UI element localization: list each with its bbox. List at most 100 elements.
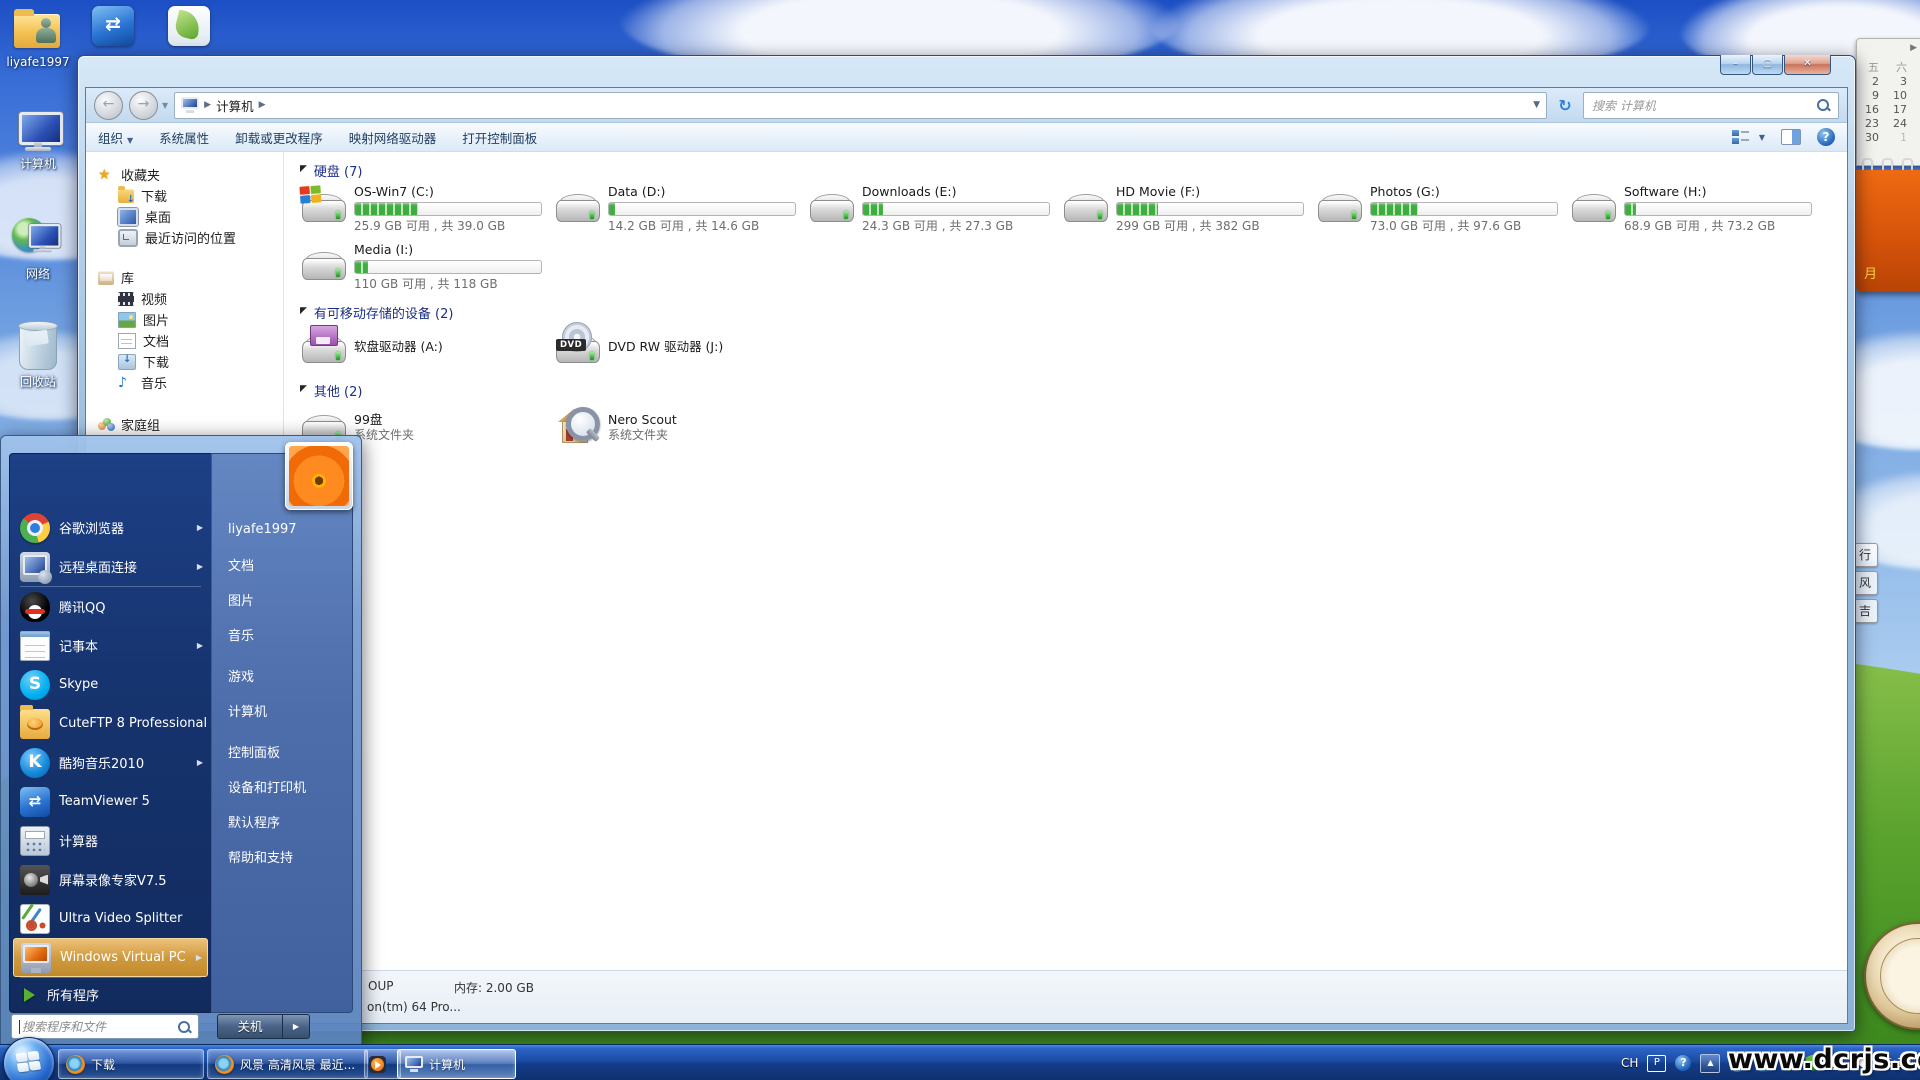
start-program-video-splitter[interactable]: Ultra Video Splitter (10, 899, 211, 938)
collapse-icon[interactable]: ◤ (300, 164, 307, 174)
sidebar-group-homegroup[interactable]: 家庭组 (86, 414, 283, 435)
start-program-remote-desktop[interactable]: 远程桌面连接▶ (10, 547, 211, 586)
desktop-icon-user-folder[interactable]: liyafe1997 (0, 6, 76, 69)
drive-tile-i[interactable]: Media (I:) 110 GB 可用 , 共 118 GB (300, 242, 554, 294)
start-program-calculator[interactable]: 计算器 (10, 821, 211, 860)
calendar-gadget[interactable]: ▶ 五六 23 910 1617 2324 301 月 (1856, 38, 1920, 292)
breadcrumb-separator-icon[interactable]: ▶ (259, 100, 266, 110)
breadcrumb-location[interactable]: 计算机 (216, 96, 254, 115)
close-button[interactable]: ✕ (1784, 55, 1831, 75)
calendar-grid: 五六 23 910 1617 2324 301 (1863, 61, 1907, 145)
drive-tile-h[interactable]: Software (H:) 68.9 GB 可用 , 共 73.2 GB (1570, 184, 1824, 236)
language-indicator[interactable]: CH (1621, 1056, 1638, 1070)
show-hidden-icons-button[interactable]: ▲ (1700, 1054, 1720, 1073)
refresh-button[interactable]: ↻ (1553, 96, 1577, 115)
sidebar-item-recent-places[interactable]: 最近访问的位置 (86, 227, 283, 248)
desktop-icon-teamviewer[interactable]: ⇄ (92, 6, 134, 46)
start-place-default-programs[interactable]: 默认程序 (212, 804, 352, 839)
sidebar-item-documents[interactable]: 文档 (86, 330, 283, 351)
taskbar-task-firefox-scenery[interactable]: 风景 高清风景 最近... (207, 1049, 368, 1079)
desktop-icon-network[interactable]: 网络 (0, 216, 76, 282)
homegroup-icon (98, 418, 114, 432)
floppy-drive-icon (300, 325, 348, 369)
computer-icon (405, 1056, 423, 1072)
sidebar-group-libraries[interactable]: 库 (86, 267, 283, 288)
toolbar-uninstall-program[interactable]: 卸载或更改程序 (235, 128, 323, 147)
views-button[interactable]: ▼ (1732, 130, 1765, 144)
start-program-teamviewer[interactable]: ⇄ TeamViewer 5 (10, 782, 211, 821)
start-program-chrome[interactable]: 谷歌浏览器▶ (10, 508, 211, 547)
toolbar-open-control-panel[interactable]: 打开控制面板 (462, 128, 537, 147)
gadget-expand-icon[interactable]: ▶ (1910, 43, 1917, 53)
libraries-icon (98, 271, 114, 285)
shutdown-options-arrow[interactable]: ▶ (283, 1014, 310, 1039)
item-tile-nero-scout[interactable]: Nero Scout 系统文件夹 (554, 402, 808, 452)
drive-tile-f[interactable]: HD Movie (F:) 299 GB 可用 , 共 382 GB (1062, 184, 1316, 236)
start-place-help-support[interactable]: 帮助和支持 (212, 839, 352, 874)
sidebar-item-downloads-library[interactable]: 下载 (86, 351, 283, 372)
sidebar-item-videos[interactable]: 视频 (86, 288, 283, 309)
start-place-documents[interactable]: 文档 (212, 547, 352, 582)
group-header-harddisks[interactable]: ◤ 硬盘 (7) (300, 160, 1847, 180)
ime-icon[interactable]: P (1647, 1055, 1666, 1072)
group-header-other[interactable]: ◤ 其他 (2) (300, 380, 1847, 400)
shutdown-button[interactable]: 关机 (217, 1014, 283, 1039)
minimize-button[interactable]: – (1720, 55, 1751, 75)
drive-tile-d[interactable]: Data (D:) 14.2 GB 可用 , 共 14.6 GB (554, 184, 808, 236)
start-button[interactable] (3, 1037, 55, 1080)
drive-tile-g[interactable]: Photos (G:) 73.0 GB 可用 , 共 97.6 GB (1316, 184, 1570, 236)
start-program-cuteftp[interactable]: CuteFTP 8 Professional (10, 704, 211, 743)
start-program-screen-recorder[interactable]: 屏幕录像专家V7.5 (10, 860, 211, 899)
desktop-icon-recycle-bin[interactable]: 回收站 (0, 324, 76, 390)
start-place-games[interactable]: 游戏 (212, 658, 352, 693)
forward-button[interactable]: → (129, 91, 158, 120)
preview-pane-button[interactable] (1781, 129, 1801, 145)
file-list-area: ◤ 硬盘 (7) OS-Win7 (C:) 25.9 GB 可用 , 共 39.… (284, 152, 1847, 970)
all-programs-button[interactable]: 所有程序 (10, 978, 211, 1011)
start-menu: 谷歌浏览器▶ 远程桌面连接▶ 腾讯QQ 记事本▶ S Skype CuteFTP… (0, 435, 362, 1049)
drive-tile-dvd[interactable]: DVD DVD RW 驱动器 (J:) (554, 324, 808, 370)
recent-pages-dropdown-icon[interactable]: ▼ (162, 101, 168, 110)
start-program-skype[interactable]: S Skype (10, 665, 211, 704)
taskbar-task-firefox-downloads[interactable]: 下载 (58, 1049, 204, 1079)
desktop-icon-feather-app[interactable] (168, 6, 210, 46)
search-box[interactable]: 搜索 计算机 (1583, 92, 1839, 119)
help-button[interactable]: ? (1817, 128, 1835, 146)
drive-tile-c[interactable]: OS-Win7 (C:) 25.9 GB 可用 , 共 39.0 GB (300, 184, 554, 236)
sidebar-item-music[interactable]: ♪ 音乐 (86, 372, 283, 393)
sidebar-group-favorites[interactable]: ★ 收藏夹 (86, 164, 283, 185)
media-player-icon (369, 1056, 386, 1073)
toolbar-map-network-drive[interactable]: 映射网络驱动器 (349, 128, 437, 147)
start-place-user[interactable]: liyafe1997 (212, 512, 352, 547)
collapse-icon[interactable]: ◤ (300, 306, 307, 316)
start-program-notepad[interactable]: 记事本▶ (10, 626, 211, 665)
ime-help-icon[interactable]: ? (1675, 1055, 1691, 1071)
pictures-icon (118, 312, 136, 328)
start-place-pictures[interactable]: 图片 (212, 582, 352, 617)
start-program-qq[interactable]: 腾讯QQ (10, 587, 211, 626)
start-place-control-panel[interactable]: 控制面板 (212, 734, 352, 769)
address-breadcrumb[interactable]: ▶ 计算机 ▶ ▼ (174, 92, 1547, 119)
address-dropdown-icon[interactable]: ▼ (1533, 100, 1540, 110)
start-program-kugou[interactable]: K 酷狗音乐2010▶ (10, 743, 211, 782)
start-search-box[interactable]: 搜索程序和文件 (11, 1014, 199, 1039)
collapse-icon[interactable]: ◤ (300, 384, 307, 394)
desktop-icon-computer[interactable]: 计算机 (0, 112, 76, 172)
maximize-button[interactable]: ▢ (1752, 55, 1783, 75)
taskbar-task-media-player[interactable] (364, 1049, 401, 1079)
sidebar-item-downloads[interactable]: 下载 (86, 185, 283, 206)
drive-tile-floppy[interactable]: 软盘驱动器 (A:) (300, 324, 554, 370)
drive-tile-e[interactable]: Downloads (E:) 24.3 GB 可用 , 共 27.3 GB (808, 184, 1062, 236)
start-place-computer[interactable]: 计算机 (212, 693, 352, 728)
sidebar-item-desktop[interactable]: 桌面 (86, 206, 283, 227)
user-avatar[interactable] (285, 442, 353, 510)
back-button[interactable]: ← (94, 91, 123, 120)
start-program-windows-virtual-pc[interactable]: Windows Virtual PC▶ (13, 938, 208, 977)
group-header-removable[interactable]: ◤ 有可移动存储的设备 (2) (300, 302, 1847, 322)
organize-menu[interactable]: 组织▼ (98, 128, 133, 147)
toolbar-system-properties[interactable]: 系统属性 (159, 128, 209, 147)
sidebar-item-pictures[interactable]: 图片 (86, 309, 283, 330)
taskbar-task-computer[interactable]: 计算机 (397, 1049, 516, 1079)
start-place-devices-printers[interactable]: 设备和打印机 (212, 769, 352, 804)
start-place-music[interactable]: 音乐 (212, 617, 352, 652)
